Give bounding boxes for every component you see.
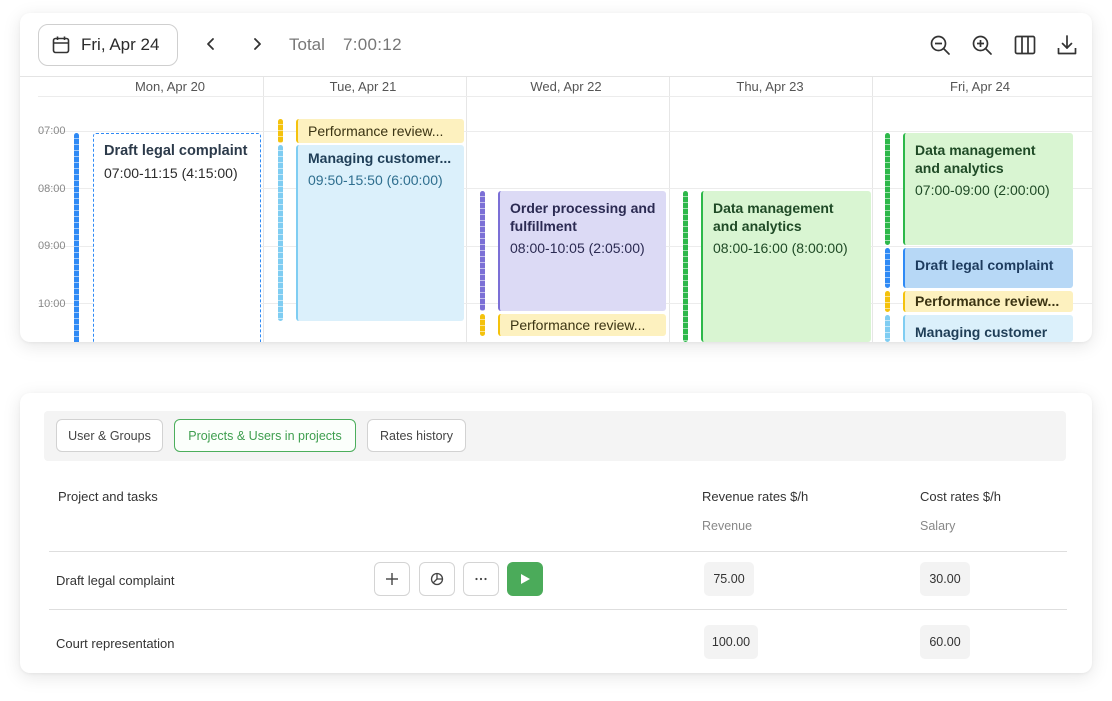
total-label: Total <box>289 35 325 54</box>
column-subheader-revenue: Revenue <box>702 519 753 533</box>
tab-rates-history[interactable]: Rates history <box>367 419 466 452</box>
row-divider <box>49 551 1067 552</box>
task-name: Draft legal complaint <box>56 573 175 588</box>
download-button[interactable] <box>1055 33 1079 57</box>
event-time: 07:00-11:15 (4:15:00) <box>104 165 238 181</box>
zoom-out-button[interactable] <box>928 33 952 57</box>
cost-rate-input[interactable]: 60.00 <box>920 625 970 659</box>
day-header-wed: Wed, Apr 22 <box>530 79 602 94</box>
time-label: 07:00 <box>38 125 66 137</box>
day-header-thu: Thu, Apr 23 <box>736 79 804 94</box>
zoom-in-icon <box>972 35 992 55</box>
event-fri-managing-customer[interactable]: Managing customer <box>903 315 1073 342</box>
event-title: Managing customer <box>915 324 1048 340</box>
event-tue-performance-review[interactable]: Performance review... <box>296 119 464 143</box>
date-picker-button[interactable]: Fri, Apr 24 <box>38 24 178 66</box>
revenue-rate-input[interactable]: 100.00 <box>704 625 758 659</box>
event-stripe <box>885 248 890 288</box>
day-header-fri: Fri, Apr 24 <box>950 79 1010 94</box>
event-time: 08:00-16:00 (8:00:00) <box>713 240 848 256</box>
calendar-icon <box>51 35 71 55</box>
event-wed-order-processing[interactable]: Order processing and fulfillment 08:00-1… <box>498 191 666 311</box>
tab-user-groups[interactable]: User & Groups <box>56 419 163 452</box>
zoom-in-button[interactable] <box>970 33 994 57</box>
zoom-out-icon <box>930 35 950 55</box>
event-stripe <box>885 291 890 312</box>
event-title: Performance review... <box>308 123 444 139</box>
total-value: 7:00:12 <box>343 35 402 54</box>
event-stripe <box>480 314 485 336</box>
hour-line <box>38 96 1092 97</box>
event-stripe <box>278 119 283 143</box>
event-mon-draft-legal-complaint[interactable]: Draft legal complaint 07:00-11:15 (4:15:… <box>93 133 261 342</box>
time-label: 10:00 <box>38 298 66 310</box>
start-timer-button[interactable] <box>507 562 543 596</box>
column-header-revenue: Revenue rates $/h <box>702 489 809 504</box>
next-day-button[interactable] <box>246 33 268 55</box>
event-title: Data management and analytics <box>915 142 1036 176</box>
event-stripe <box>885 315 890 342</box>
tab-bar: User & Groups Projects & Users in projec… <box>44 411 1066 461</box>
column-subheader-cost: Salary <box>920 519 956 533</box>
chevron-right-icon <box>254 38 261 50</box>
columns-icon <box>1014 35 1036 55</box>
event-thu-data-management[interactable]: Data management and analytics 08:00-16:0… <box>701 191 871 342</box>
more-options-button[interactable] <box>463 562 499 596</box>
download-icon <box>1057 35 1077 55</box>
selected-date: Fri, Apr 24 <box>81 35 160 54</box>
pie-chart-icon <box>430 572 444 586</box>
event-title: Managing customer... <box>308 150 452 166</box>
chevron-left-icon <box>207 38 214 50</box>
cost-rate-input[interactable]: 30.00 <box>920 562 970 596</box>
row-divider <box>49 609 1067 610</box>
event-stripe <box>683 191 688 342</box>
rates-card: User & Groups Projects & Users in projec… <box>20 393 1092 673</box>
day-header-mon: Mon, Apr 20 <box>134 79 206 94</box>
prev-day-button[interactable] <box>200 33 222 55</box>
event-title: Draft legal complaint <box>104 143 248 159</box>
event-time: 09:50-15:50 (6:00:00) <box>308 172 443 188</box>
event-title: Order processing and fulfillment <box>510 200 656 234</box>
time-label: 09:00 <box>38 240 66 252</box>
columns-view-button[interactable] <box>1013 33 1037 57</box>
add-button[interactable] <box>374 562 410 596</box>
grid-top-border <box>20 76 1092 77</box>
task-name: Court representation <box>56 636 175 651</box>
report-button[interactable] <box>419 562 455 596</box>
event-title: Performance review... <box>510 317 646 333</box>
event-time: 08:00-10:05 (2:05:00) <box>510 240 645 256</box>
more-horizontal-icon <box>475 577 487 581</box>
calendar-card: Fri, Apr 24 Total 7:00:12 Mon, Apr 20 Tu… <box>20 13 1092 342</box>
event-title: Data management and analytics <box>713 200 834 234</box>
hour-line <box>38 131 1092 132</box>
event-fri-draft-legal-complaint[interactable]: Draft legal complaint <box>903 248 1073 288</box>
event-title: Performance review... <box>915 293 1060 309</box>
event-wed-performance-review[interactable]: Performance review... <box>498 314 666 336</box>
event-fri-performance-review[interactable]: Performance review... <box>903 291 1073 312</box>
event-fri-data-management[interactable]: Data management and analytics 07:00-09:0… <box>903 133 1073 245</box>
event-stripe <box>74 133 79 342</box>
event-stripe <box>278 145 283 321</box>
revenue-rate-input[interactable]: 75.00 <box>704 562 754 596</box>
event-time: 07:00-09:00 (2:00:00) <box>915 182 1050 198</box>
tab-projects-users[interactable]: Projects & Users in projects <box>174 419 356 452</box>
time-label: 08:00 <box>38 183 66 195</box>
event-tue-managing-customer[interactable]: Managing customer... 09:50-15:50 (6:00:0… <box>296 145 464 321</box>
event-stripe <box>885 133 890 245</box>
event-stripe <box>480 191 485 311</box>
event-title: Draft legal complaint <box>915 257 1054 273</box>
column-header-cost: Cost rates $/h <box>920 489 1001 504</box>
plus-icon <box>386 573 398 585</box>
column-header-project: Project and tasks <box>58 489 158 504</box>
day-header-tue: Tue, Apr 21 <box>329 79 397 94</box>
play-icon <box>521 574 530 584</box>
